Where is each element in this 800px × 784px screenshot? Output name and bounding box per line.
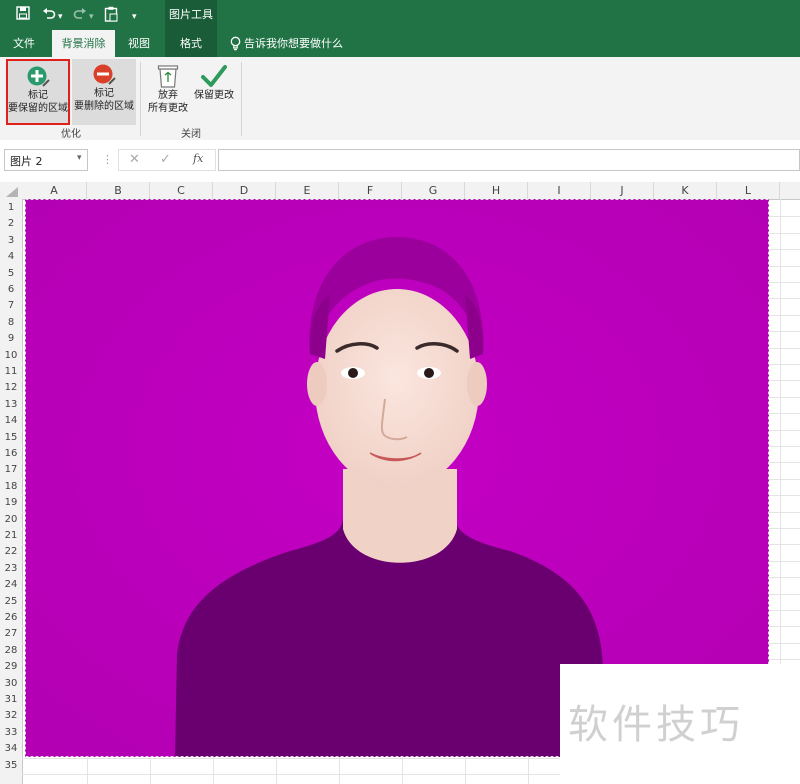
mark-areas-to-remove-button[interactable]: 标记 要删除的区域	[72, 59, 136, 125]
row-header[interactable]: 2	[0, 216, 22, 232]
row-header[interactable]: 19	[0, 495, 22, 511]
watermark-text: 软件技巧	[568, 702, 744, 748]
row-header[interactable]: 27	[0, 626, 22, 642]
row-header[interactable]: 23	[0, 561, 22, 577]
column-header[interactable]: J	[591, 182, 654, 199]
row-header[interactable]: 12	[0, 380, 22, 396]
recycle-bin-icon	[157, 63, 179, 89]
row-header[interactable]: 17	[0, 462, 22, 478]
tab-format[interactable]: 格式	[165, 30, 217, 57]
minus-pencil-icon	[92, 63, 116, 87]
row-header[interactable]: 11	[0, 364, 22, 380]
row-header[interactable]: 18	[0, 479, 22, 495]
row-header[interactable]: 13	[0, 397, 22, 413]
plus-pencil-icon	[26, 65, 50, 89]
row-header[interactable]: 3	[0, 233, 22, 249]
formula-input[interactable]	[218, 149, 800, 171]
column-header[interactable]: F	[339, 182, 402, 199]
ribbon-separator	[241, 62, 242, 136]
keep-changes-button[interactable]: 保留更改	[192, 60, 236, 120]
row-header[interactable]: 8	[0, 315, 22, 331]
column-header[interactable]: H	[465, 182, 528, 199]
keep-changes-label: 保留更改	[194, 90, 234, 101]
tab-view[interactable]: 视图	[120, 30, 158, 57]
row-header[interactable]: 33	[0, 725, 22, 741]
insert-function-button[interactable]: fx	[193, 152, 203, 165]
row-header[interactable]: 6	[0, 282, 22, 298]
clipboard-icon[interactable]	[104, 6, 118, 27]
row-header[interactable]: 31	[0, 692, 22, 708]
row-header[interactable]: 16	[0, 446, 22, 462]
column-header[interactable]: G	[402, 182, 465, 199]
discard-line2: 所有更改	[148, 103, 188, 114]
column-header[interactable]: K	[654, 182, 717, 199]
column-header[interactable]: B	[87, 182, 150, 199]
undo-icon[interactable]	[42, 6, 56, 25]
mark-areas-to-keep-button[interactable]: 标记 要保留的区域	[6, 59, 70, 125]
row-header[interactable]: 4	[0, 249, 22, 265]
row-header[interactable]: 20	[0, 512, 22, 528]
mark-remove-line1: 标记	[94, 88, 114, 99]
enter-check-icon[interactable]: ✓	[160, 152, 171, 167]
redo-icon[interactable]	[73, 6, 87, 25]
name-box-dropdown-icon[interactable]: ▾	[77, 153, 82, 163]
row-header[interactable]: 24	[0, 577, 22, 593]
name-box-value: 图片 2	[10, 155, 43, 168]
row-header[interactable]: 9	[0, 331, 22, 347]
save-icon[interactable]	[16, 6, 30, 25]
column-header[interactable]: E	[276, 182, 339, 199]
discard-line1: 放弃	[158, 90, 178, 101]
lightbulb-icon	[230, 36, 241, 54]
column-header[interactable]: L	[717, 182, 780, 199]
row-header[interactable]: 29	[0, 659, 22, 675]
row-header[interactable]: 25	[0, 594, 22, 610]
redo-dropdown-icon[interactable]: ▾	[89, 8, 94, 26]
context-group-label: 图片工具	[169, 8, 213, 21]
row-header[interactable]: 32	[0, 708, 22, 724]
row-header[interactable]: 1	[0, 200, 22, 216]
row-header[interactable]: 30	[0, 676, 22, 692]
row-header[interactable]: 22	[0, 544, 22, 560]
row-header[interactable]: 10	[0, 348, 22, 364]
mark-remove-line2: 要删除的区域	[74, 101, 134, 112]
tab-file[interactable]: 文件	[4, 30, 44, 57]
tell-me-search[interactable]: 告诉我你想要做什么	[244, 30, 344, 57]
title-bar	[0, 0, 800, 30]
refine-group-label: 优化	[61, 129, 81, 140]
undo-dropdown-icon[interactable]: ▾	[58, 8, 63, 26]
tab-background-removal[interactable]: 背景消除	[52, 30, 115, 57]
mark-keep-line1: 标记	[28, 90, 48, 101]
row-header[interactable]: 5	[0, 266, 22, 282]
discard-all-changes-button[interactable]: 放弃 所有更改	[144, 60, 192, 120]
row-header[interactable]: 34	[0, 741, 22, 757]
ribbon-separator	[140, 62, 141, 136]
select-all-icon[interactable]	[6, 186, 18, 200]
customize-qat-icon[interactable]: ▾	[132, 8, 137, 26]
row-header[interactable]: 21	[0, 528, 22, 544]
formula-bar-grip-icon: ⋮	[102, 153, 113, 166]
cancel-icon[interactable]: ✕	[129, 152, 140, 167]
column-header[interactable]: C	[150, 182, 213, 199]
column-header[interactable]: D	[213, 182, 276, 199]
row-header[interactable]: 15	[0, 430, 22, 446]
close-group-label: 关闭	[181, 129, 201, 140]
column-header[interactable]: I	[528, 182, 591, 199]
row-header[interactable]: 14	[0, 413, 22, 429]
mark-keep-line2: 要保留的区域	[8, 103, 68, 114]
row-header[interactable]: 35	[0, 758, 22, 774]
row-header[interactable]: 26	[0, 610, 22, 626]
checkmark-icon	[201, 63, 227, 89]
column-header[interactable]: A	[22, 182, 87, 199]
row-header[interactable]: 7	[0, 298, 22, 314]
name-box[interactable]: 图片 2 ▾	[4, 149, 88, 171]
row-header[interactable]: 28	[0, 643, 22, 659]
